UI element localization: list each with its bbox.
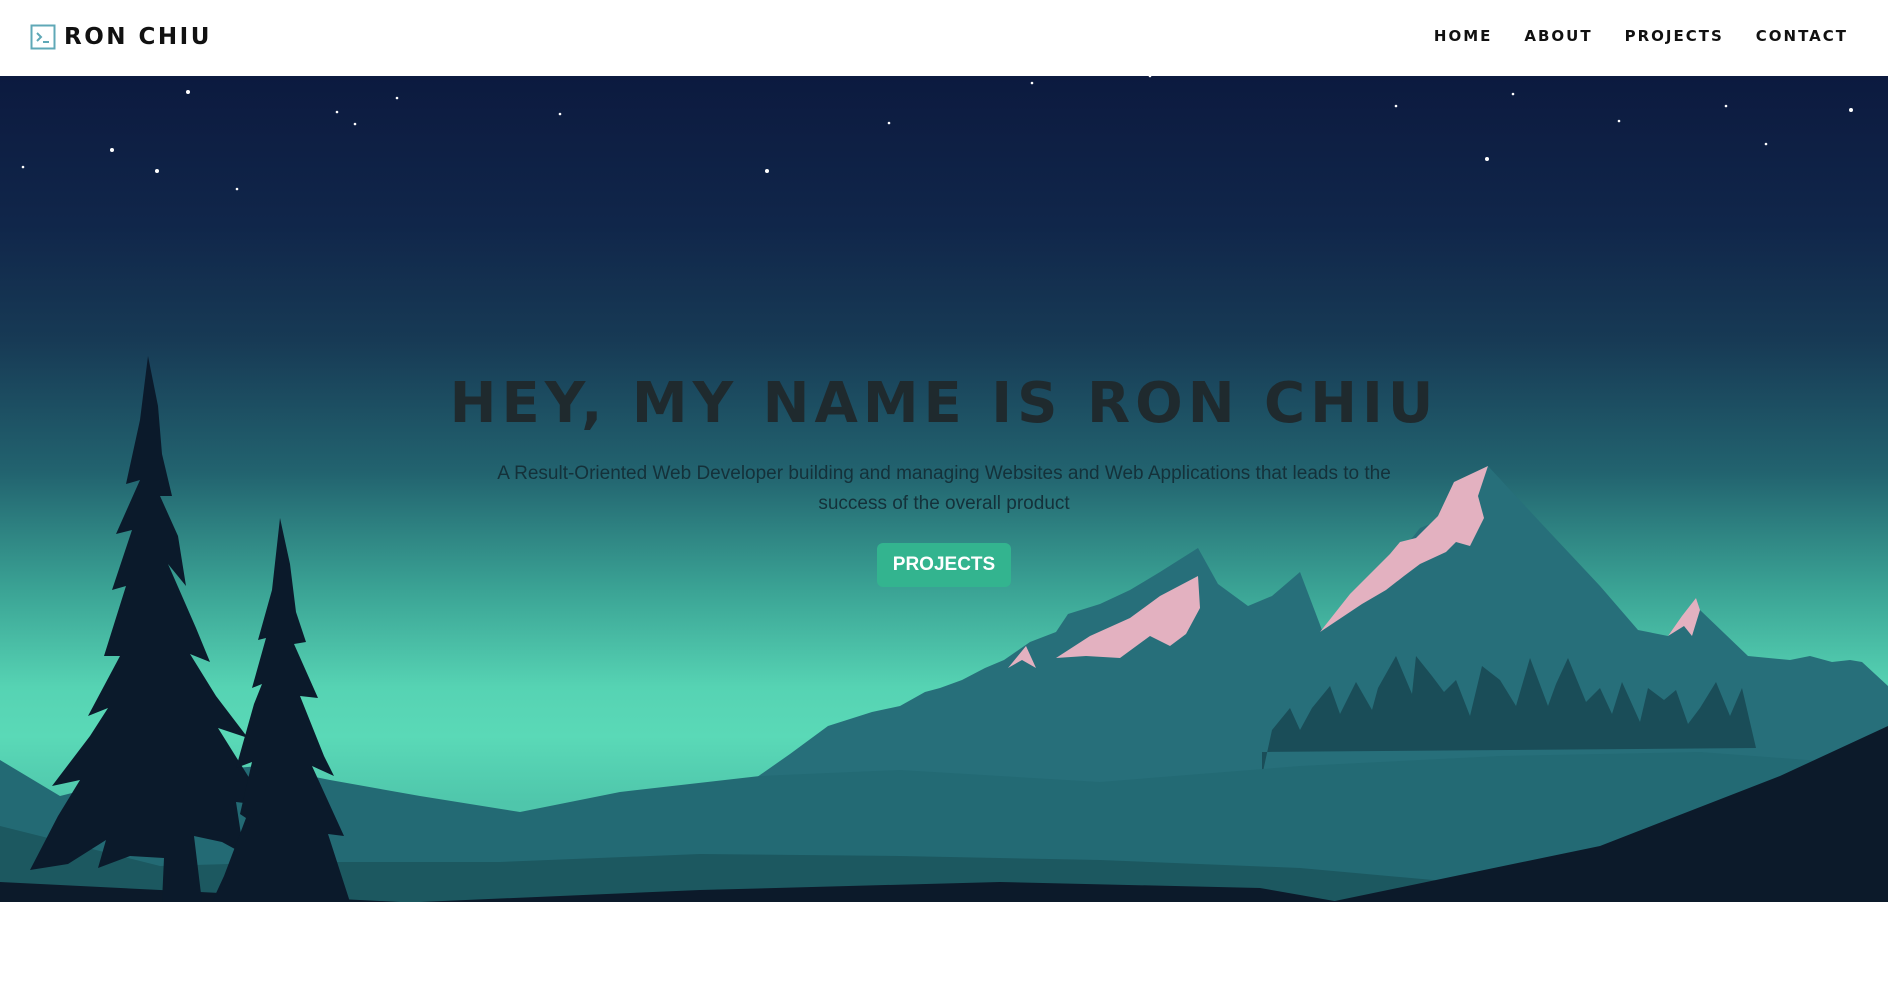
nav-home-link[interactable]: HOME bbox=[1434, 26, 1492, 46]
brand-link[interactable]: RON CHIU bbox=[30, 22, 212, 52]
stars bbox=[21, 76, 1853, 191]
hero-section: HEY, MY NAME IS RON CHIU A Result-Orient… bbox=[0, 76, 1888, 902]
main-nav: HOME ABOUT PROJECTS CONTACT bbox=[1402, 26, 1848, 46]
hero-title: HEY, MY NAME IS RON CHIU bbox=[449, 371, 1439, 436]
nav-about-link[interactable]: ABOUT bbox=[1524, 26, 1592, 46]
nav-contact-link[interactable]: CONTACT bbox=[1756, 26, 1848, 46]
navbar: RON CHIU HOME ABOUT PROJECTS CONTACT bbox=[0, 0, 1888, 76]
terminal-icon bbox=[30, 24, 56, 50]
nav-projects-link[interactable]: PROJECTS bbox=[1625, 26, 1724, 46]
projects-button[interactable]: PROJECTS bbox=[877, 543, 1011, 587]
hero-content: HEY, MY NAME IS RON CHIU A Result-Orient… bbox=[0, 371, 1888, 587]
hero-subtitle: A Result-Oriented Web Developer building… bbox=[497, 463, 1391, 514]
brand-name: RON CHIU bbox=[64, 24, 212, 50]
